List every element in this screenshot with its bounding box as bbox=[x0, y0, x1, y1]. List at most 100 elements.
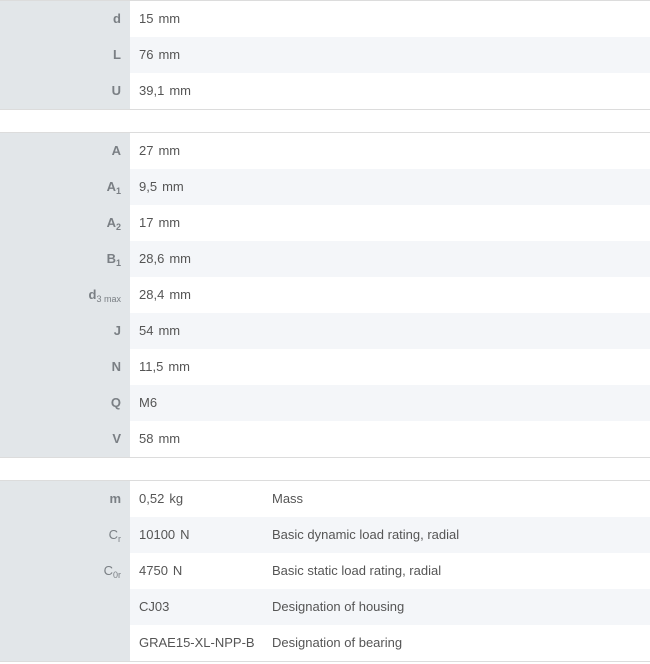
symbol-cell: A bbox=[0, 133, 130, 169]
symbol-cell bbox=[0, 589, 130, 625]
value-cell: M6 bbox=[130, 385, 650, 421]
value: 27 bbox=[139, 143, 154, 158]
table-row: A 27 mm bbox=[0, 133, 650, 169]
symbol: C bbox=[103, 563, 113, 578]
unit: mm bbox=[158, 431, 181, 446]
table-row: C0r 4750 N Basic static load rating, radi… bbox=[0, 553, 650, 589]
value-cell: 15 mm bbox=[130, 1, 650, 37]
value-cell: 0,52 kg bbox=[130, 481, 272, 517]
value-cell: 54 mm bbox=[130, 313, 650, 349]
group-spacer bbox=[0, 110, 650, 132]
row-cells: 0,52 kg Mass bbox=[130, 481, 650, 517]
value: 9,5 bbox=[139, 179, 158, 194]
unit: mm bbox=[168, 359, 191, 374]
unit: mm bbox=[169, 251, 191, 266]
description-cell: Basic static load rating, radial bbox=[272, 563, 442, 578]
table-row: d 15 mm bbox=[0, 1, 650, 37]
value: 0,52 bbox=[139, 491, 165, 506]
symbol-cell: V bbox=[0, 421, 130, 457]
value-cell: GRAE15-XL-NPP-B bbox=[130, 625, 272, 661]
symbol-cell bbox=[0, 625, 130, 661]
symbol-cell: J bbox=[0, 313, 130, 349]
value-cell: 9,5 mm bbox=[130, 169, 650, 205]
table-row: B1 28,6 mm bbox=[0, 241, 650, 277]
symbol: d bbox=[113, 11, 121, 26]
symbol: A bbox=[106, 179, 116, 194]
value: 15 bbox=[139, 11, 154, 26]
unit: mm bbox=[158, 11, 181, 26]
value-cell: 28,6 mm bbox=[130, 241, 650, 277]
table-row: A2 17 mm bbox=[0, 205, 650, 241]
value: 10100 bbox=[139, 527, 176, 542]
row-cells: GRAE15-XL-NPP-B Designation of bearing bbox=[130, 625, 650, 661]
unit: mm bbox=[158, 143, 181, 158]
description-cell: Designation of bearing bbox=[272, 635, 403, 650]
symbol-subscript: 1 bbox=[115, 186, 121, 196]
table-row: J 54 mm bbox=[0, 313, 650, 349]
unit: mm bbox=[158, 47, 181, 62]
symbol: A bbox=[111, 143, 121, 158]
symbol-cell: d bbox=[0, 1, 130, 37]
symbol-cell: N bbox=[0, 349, 130, 385]
value-cell: 27 mm bbox=[130, 133, 650, 169]
value-cell: 10100 N bbox=[130, 517, 272, 553]
unit: mm bbox=[158, 215, 181, 230]
symbol-cell: C0r bbox=[0, 553, 130, 589]
symbol-cell: A1 bbox=[0, 169, 130, 205]
table-row: U 39,1 mm bbox=[0, 73, 650, 109]
table-row: Q M6 bbox=[0, 385, 650, 421]
value: 76 bbox=[139, 47, 154, 62]
symbol: N bbox=[111, 359, 121, 374]
group-spacer bbox=[0, 458, 650, 480]
symbol: C bbox=[108, 527, 118, 542]
symbol-cell: Q bbox=[0, 385, 130, 421]
value-cell: 28,4 mm bbox=[130, 277, 650, 313]
table-row: m 0,52 kg Mass bbox=[0, 481, 650, 517]
value: 28,4 bbox=[139, 287, 165, 302]
table-row: CJ03 Designation of housing bbox=[0, 589, 650, 625]
table-row: N 11,5 mm bbox=[0, 349, 650, 385]
row-cells: 10100 N Basic dynamic load rating, radial bbox=[130, 517, 650, 553]
table-row: L 76 mm bbox=[0, 37, 650, 73]
symbol-cell: L bbox=[0, 37, 130, 73]
symbol-subscript: 2 bbox=[115, 222, 121, 232]
symbol: U bbox=[111, 83, 121, 98]
symbol: Q bbox=[110, 395, 121, 410]
row-cells: CJ03 Designation of housing bbox=[130, 589, 650, 625]
value: 54 bbox=[139, 323, 154, 338]
value-cell: 39,1 mm bbox=[130, 73, 650, 109]
symbol-cell: Cr bbox=[0, 517, 130, 553]
value: 11,5 bbox=[139, 359, 164, 374]
value: 39,1 bbox=[139, 83, 165, 98]
unit: N bbox=[180, 527, 190, 542]
unit: mm bbox=[162, 179, 184, 194]
symbol-subscript: 3 max bbox=[96, 294, 121, 304]
table-row: GRAE15-XL-NPP-B Designation of bearing bbox=[0, 625, 650, 661]
symbol-subscript: 1 bbox=[115, 258, 121, 268]
symbol-cell: A2 bbox=[0, 205, 130, 241]
table-row: V 58 mm bbox=[0, 421, 650, 457]
symbol: B bbox=[106, 251, 116, 266]
value: CJ03 bbox=[139, 599, 170, 614]
dimensions-group: d 15 mm L 76 mm U 39,1 mm bbox=[0, 0, 650, 110]
symbol: J bbox=[113, 323, 121, 338]
value: GRAE15-XL-NPP-B bbox=[139, 635, 255, 650]
unit: kg bbox=[169, 491, 184, 506]
symbol: A bbox=[106, 215, 116, 230]
unit: mm bbox=[169, 287, 191, 302]
description-cell: Basic dynamic load rating, radial bbox=[272, 517, 650, 553]
unit: N bbox=[172, 563, 183, 578]
dimensions-table: d 15 mm L 76 mm U 39,1 mm A 27 mm A1 9,5 mm A… bbox=[0, 0, 650, 662]
table-row: A1 9,5 mm bbox=[0, 169, 650, 205]
value-cell: 17 mm bbox=[130, 205, 650, 241]
table-row: d3 max 28,4 mm bbox=[0, 277, 650, 313]
value: 17 bbox=[139, 215, 154, 230]
description-cell: Designation of housing bbox=[272, 589, 650, 625]
value-cell: 11,5 mm bbox=[130, 349, 650, 385]
symbol-cell: m bbox=[0, 481, 130, 517]
value-cell: 4750 N bbox=[130, 553, 272, 589]
value-cell: CJ03 bbox=[130, 589, 272, 625]
value: 28,6 bbox=[139, 251, 165, 266]
ratings-group: m 0,52 kg Mass Cr 10100 N Basic dynamic lo… bbox=[0, 480, 650, 662]
symbol-cell: d3 max bbox=[0, 277, 130, 313]
